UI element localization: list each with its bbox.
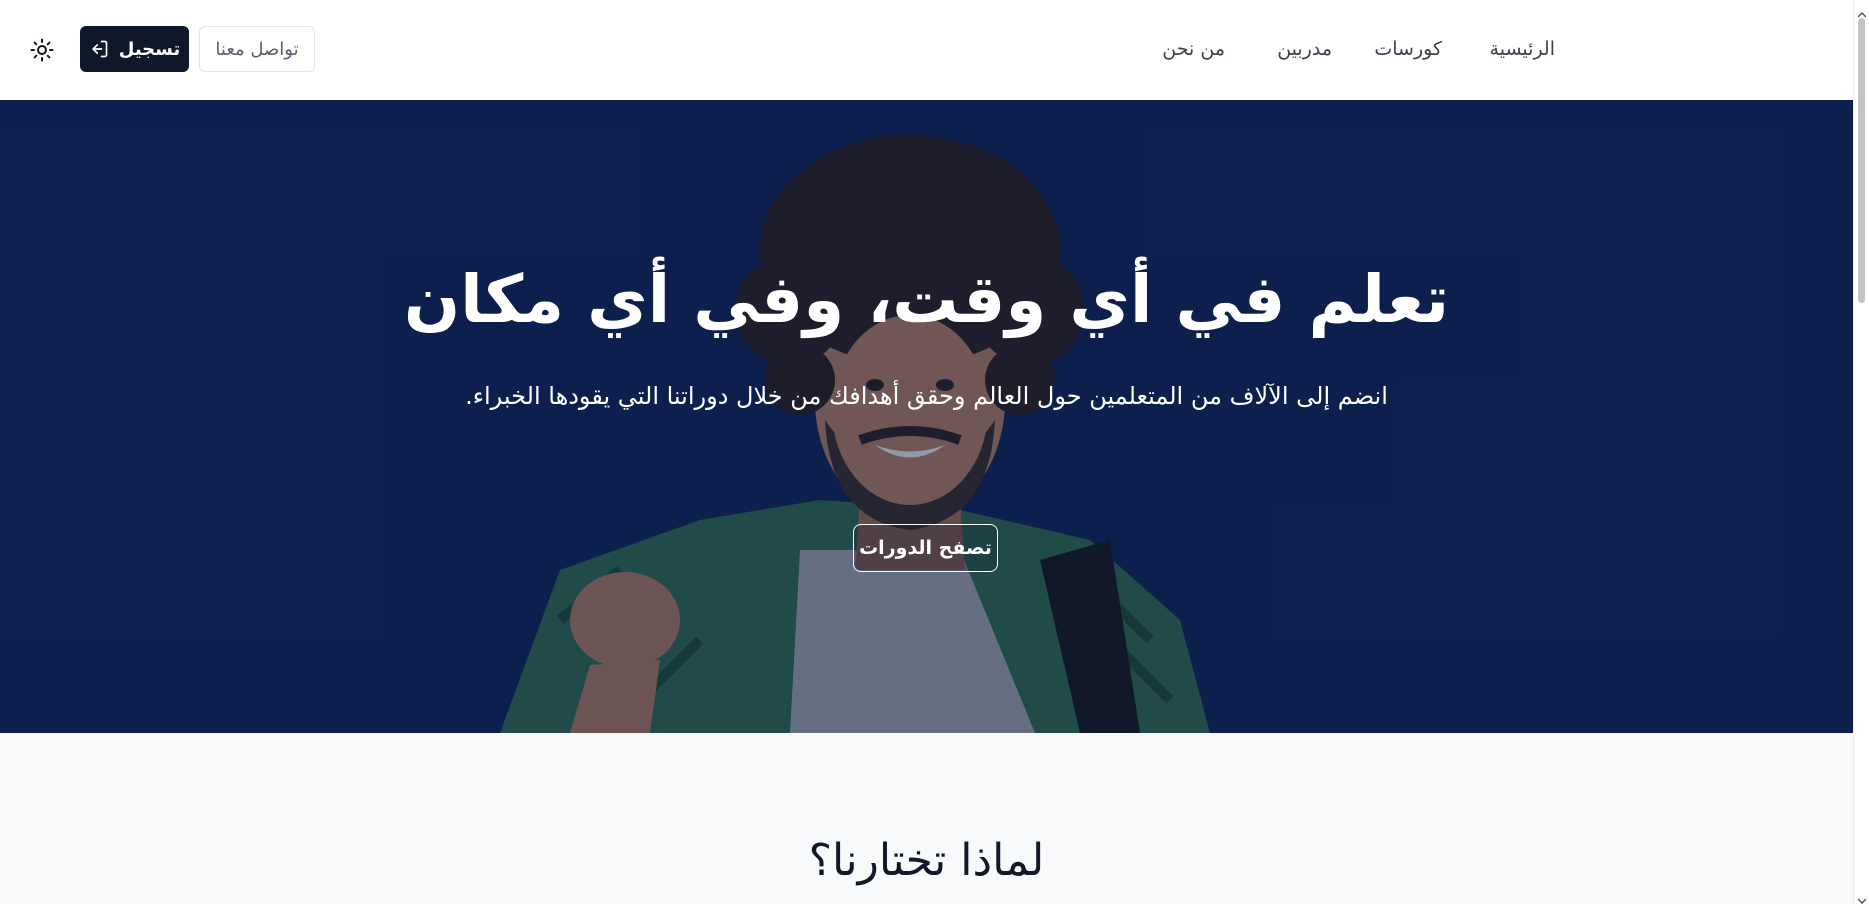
sun-icon xyxy=(30,38,54,66)
browse-courses-button[interactable]: تصفح الدورات xyxy=(853,524,998,572)
browse-courses-label: تصفح الدورات xyxy=(859,537,992,559)
nav-item-trainers[interactable]: مدربين xyxy=(1277,35,1332,63)
vertical-scrollbar[interactable] xyxy=(1853,0,1869,904)
hero-subtitle: انضم إلى الآلاف من المتعلمين حول العالم … xyxy=(465,382,1388,410)
signup-button-label: تسجيل xyxy=(118,38,181,60)
hero-title: تعلم في أي وقت، وفي أي مكان xyxy=(403,261,1450,338)
scrollbar-thumb[interactable] xyxy=(1858,18,1865,303)
nav-item-home[interactable]: الرئيسية xyxy=(1490,35,1555,63)
page: الرئيسية كورسات مدربين من نحن تواصل معنا… xyxy=(0,0,1869,904)
contact-button[interactable]: تواصل معنا xyxy=(199,26,315,72)
signup-button[interactable]: تسجيل xyxy=(80,26,189,72)
scroll-up-arrow-icon[interactable] xyxy=(1857,4,1867,18)
login-arrow-icon xyxy=(89,39,109,59)
why-choose-us-section: لماذا تختارنا؟ xyxy=(0,733,1853,904)
scroll-down-arrow-icon[interactable] xyxy=(1857,890,1867,904)
site-header: الرئيسية كورسات مدربين من نحن تواصل معنا… xyxy=(0,0,1853,101)
contact-button-label: تواصل معنا xyxy=(215,38,299,60)
hero-section: تعلم في أي وقت، وفي أي مكان انضم إلى الآ… xyxy=(0,100,1853,733)
why-choose-us-title: لماذا تختارنا؟ xyxy=(808,835,1045,886)
page-content: الرئيسية كورسات مدربين من نحن تواصل معنا… xyxy=(0,0,1853,904)
theme-toggle-button[interactable] xyxy=(30,38,54,62)
nav-item-courses[interactable]: كورسات xyxy=(1374,35,1442,63)
nav-item-about[interactable]: من نحن xyxy=(1162,35,1225,63)
hero-overlay xyxy=(0,100,1853,733)
